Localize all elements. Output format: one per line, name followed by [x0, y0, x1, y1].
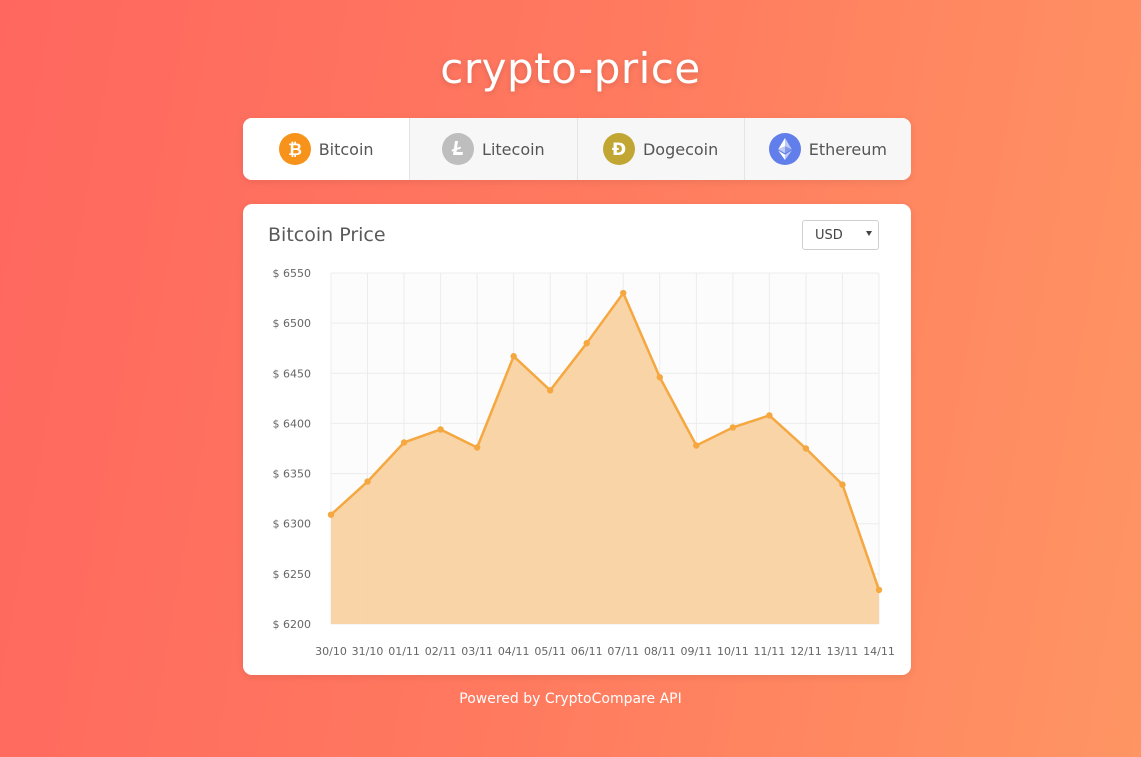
tab-label: Dogecoin: [642, 139, 719, 159]
tab-ethereum[interactable]: Ethereum: [743, 118, 911, 180]
x-tick-label: 05/11: [534, 645, 566, 658]
price-chart: $ 6200 $ 6250 $ 6300 $ 6350 $ 6400 $ 6450 $ 65…: [273, 267, 895, 658]
x-tick-label: 13/11: [827, 645, 859, 658]
footer-credit: Powered by CryptoCompare API: [459, 691, 682, 707]
svg-text:₿: ₿: [288, 140, 302, 160]
y-tick-label: $ 6300: [273, 518, 312, 531]
y-tick-label: $ 6450: [273, 367, 312, 380]
svg-text:Đ: Đ: [612, 140, 626, 160]
tab-dogecoin[interactable]: Đ Dogecoin: [576, 118, 744, 180]
bitcoin-icon: ₿: [278, 133, 311, 165]
data-point: [693, 442, 700, 449]
data-point: [875, 586, 883, 594]
x-tick-label: 31/10: [352, 645, 384, 658]
y-tick-label: $ 6550: [273, 267, 312, 280]
tab-label: Litecoin: [482, 139, 545, 159]
y-tick-label: $ 6350: [273, 468, 312, 481]
data-point: [620, 289, 627, 297]
data-point: [400, 439, 408, 446]
data-point: [583, 340, 590, 347]
tab-litecoin[interactable]: Litecoin: [409, 118, 577, 180]
tab-bitcoin[interactable]: ₿ Bitcoin: [243, 118, 410, 180]
data-point: [729, 424, 737, 431]
tab-label: Ethereum: [808, 139, 887, 159]
data-point: [510, 353, 517, 360]
data-point: [473, 444, 481, 451]
x-tick-label: 30/10: [315, 645, 347, 658]
x-tick-label: 12/11: [790, 645, 822, 658]
x-tick-label: 02/11: [425, 645, 457, 658]
ethereum-icon: [768, 133, 801, 165]
x-tick-label: 06/11: [571, 645, 603, 658]
x-tick-label: 01/11: [388, 645, 420, 658]
data-point: [547, 387, 554, 394]
data-point: [656, 374, 663, 381]
y-tick-label: $ 6400: [273, 417, 312, 430]
dogecoin-icon: Đ: [602, 133, 635, 165]
tab-label: Bitcoin: [318, 139, 374, 159]
x-tick-label: 14/11: [863, 645, 895, 658]
x-tick-label: 07/11: [607, 645, 639, 658]
x-tick-label: 08/11: [644, 645, 676, 658]
app-title: crypto-price: [440, 44, 701, 93]
y-tick-label: $ 6250: [273, 568, 312, 581]
litecoin-icon: [442, 133, 475, 165]
data-point: [839, 481, 846, 488]
y-tick-label: $ 6500: [273, 317, 312, 330]
y-tick-label: $ 6200: [273, 618, 312, 631]
data-point: [327, 511, 335, 518]
data-point: [364, 478, 371, 485]
data-point: [437, 426, 444, 433]
x-tick-label: 10/11: [717, 645, 749, 658]
price-card: Bitcoin Price USD $ 6200 $ 6250 $ 6300 $ 63…: [243, 204, 911, 675]
coin-tabs: ₿ Bitcoin Litecoin Đ Dogecoin Ethereum: [243, 118, 911, 180]
x-tick-label: 11/11: [754, 645, 786, 658]
x-tick-label: 03/11: [461, 645, 493, 658]
x-tick-label: 04/11: [498, 645, 530, 658]
x-tick-label: 09/11: [680, 645, 712, 658]
data-point: [802, 445, 810, 452]
data-point: [766, 412, 773, 419]
